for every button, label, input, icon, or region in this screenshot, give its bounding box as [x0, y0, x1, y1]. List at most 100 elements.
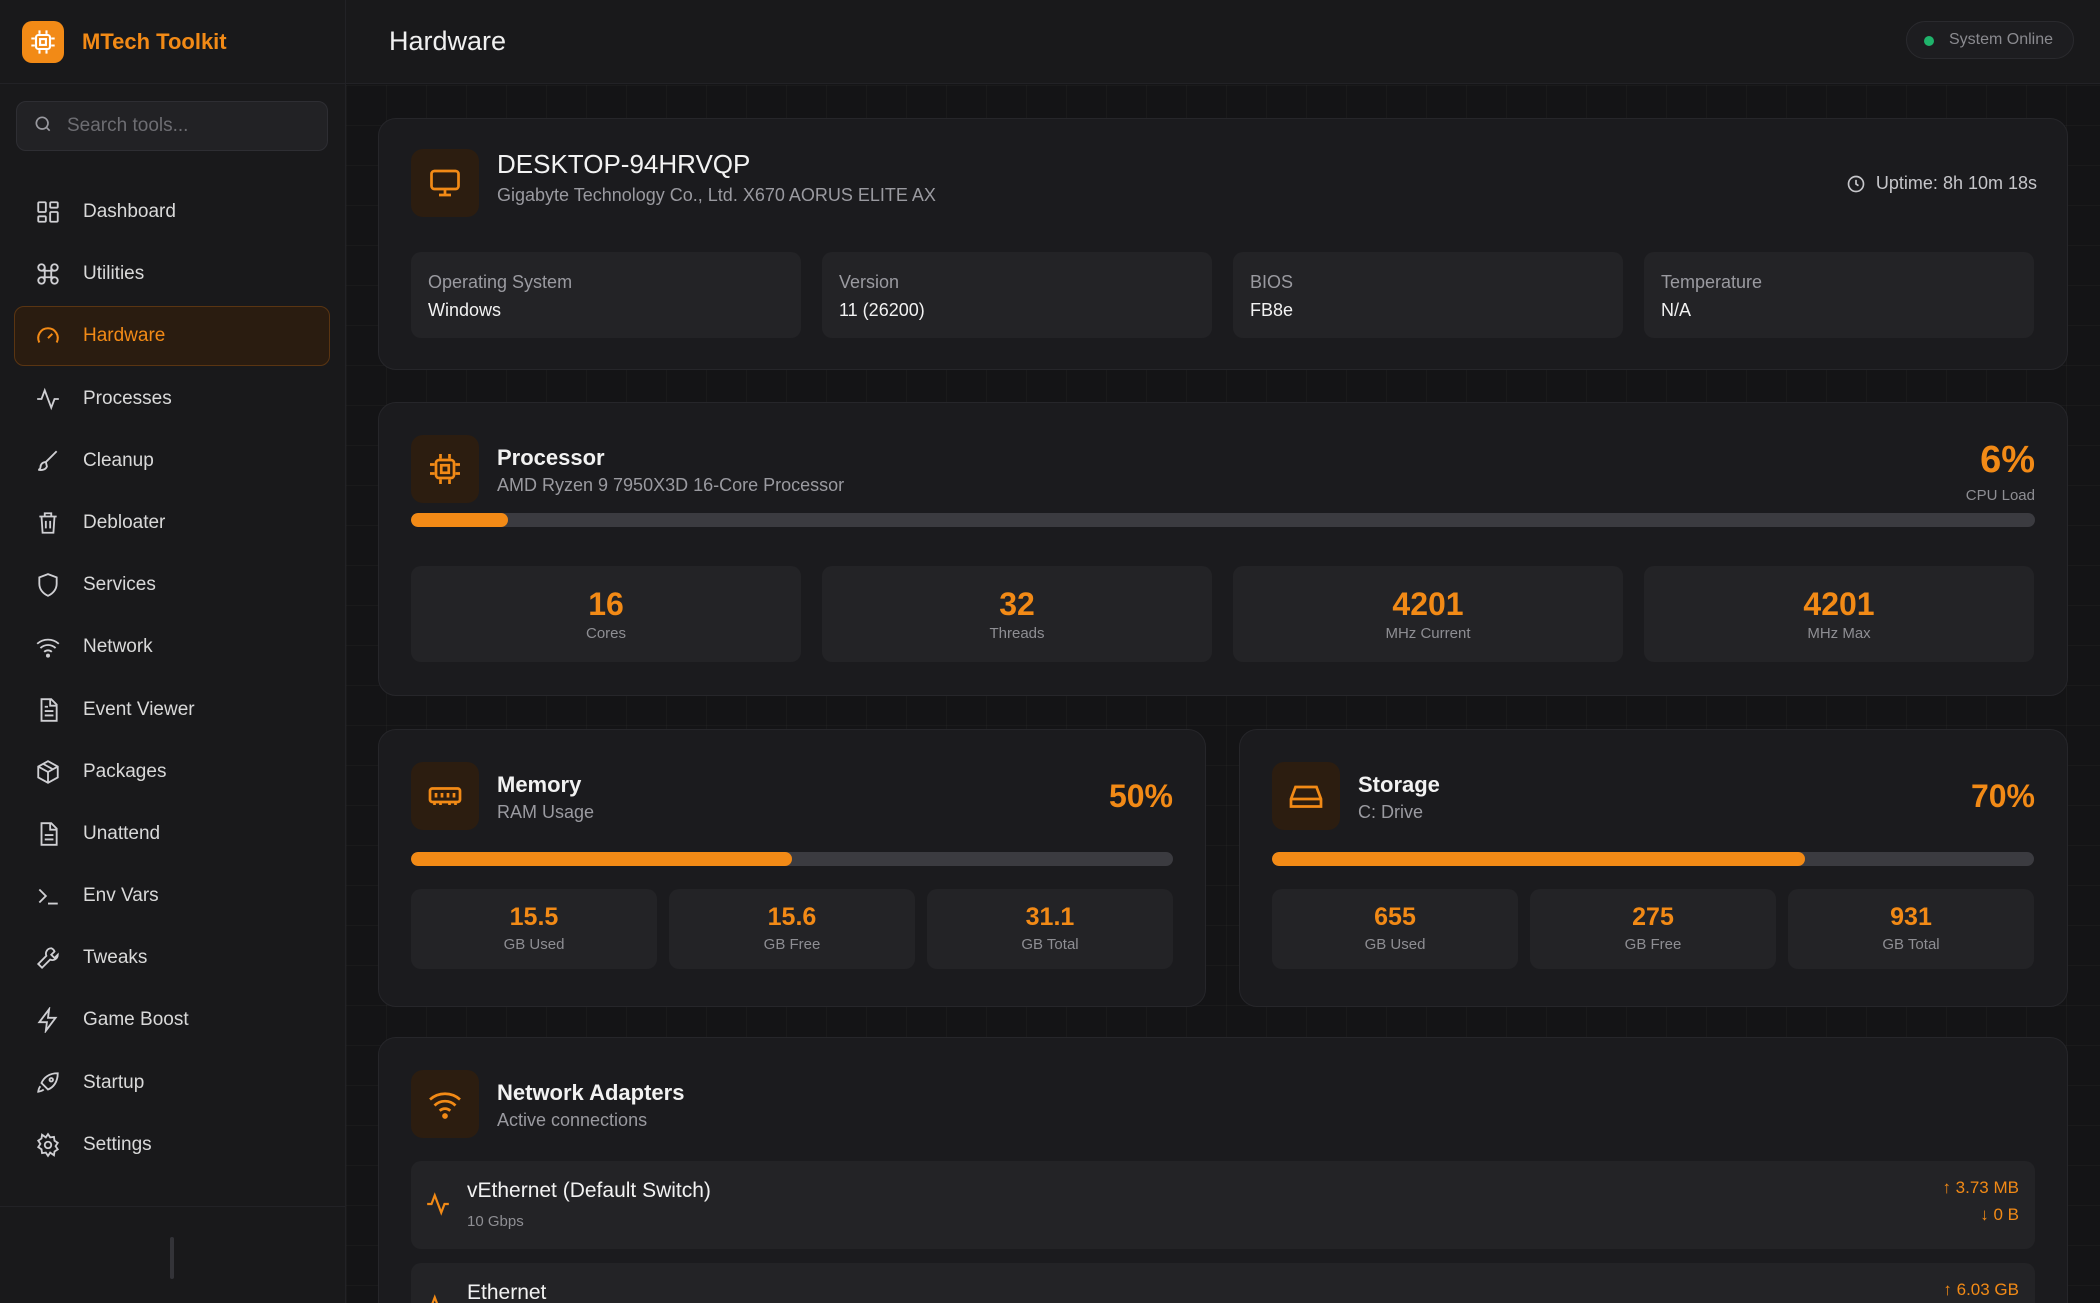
bios-tile: BIOS FB8e	[1233, 252, 1623, 338]
wifi-icon	[411, 1070, 479, 1138]
network-title: Network Adapters	[497, 1080, 685, 1105]
hard-drive-icon	[1272, 762, 1340, 830]
stat-value: 15.6	[767, 903, 817, 931]
storage-card: Storage C: Drive 70% 655 GB Used 275 GB …	[1239, 729, 2068, 1007]
sidebar-item-event-viewer[interactable]: Event Viewer	[14, 680, 330, 740]
sidebar-item-services[interactable]: Services	[14, 555, 330, 615]
memory-title: Memory	[497, 772, 582, 797]
sidebar-item-settings[interactable]: Settings	[14, 1115, 330, 1175]
brand: MTech Toolkit	[0, 0, 345, 84]
storage-percent: 70%	[1970, 778, 2035, 814]
stat-label: GB Free	[1624, 936, 1682, 953]
ram-icon	[411, 762, 479, 830]
network-adapters-card: Network Adapters Active connections vEth…	[378, 1037, 2068, 1303]
app-name: MTech Toolkit	[82, 28, 227, 54]
sidebar-item-label: Tweaks	[83, 947, 148, 969]
mhz-max-stat: 4201 MHz Max	[1644, 566, 2034, 662]
cpu-load-bar	[411, 513, 2035, 527]
sidebar-item-label: Game Boost	[83, 1009, 189, 1031]
memory-total-stat: 31.1 GB Total	[927, 889, 1173, 969]
temperature-tile: Temperature N/A	[1644, 252, 2034, 338]
sidebar-item-unattend[interactable]: Unattend	[14, 804, 330, 864]
cpu-load-bar-fill	[411, 513, 509, 527]
sidebar-item-label: Cleanup	[83, 449, 154, 471]
stat-value: 931	[1890, 903, 1932, 931]
main-content: DESKTOP-94HRVQP Gigabyte Technology Co.,…	[346, 85, 2100, 1303]
trash-icon	[33, 508, 63, 538]
stat-label: MHz Max	[1807, 625, 1871, 642]
adapter-speed: 10 Gbps	[467, 1213, 524, 1230]
sidebar-resize-handle[interactable]	[170, 1237, 174, 1279]
adapter-upload: ↑ 6.03 GB	[1943, 1280, 2019, 1299]
sidebar-item-label: Env Vars	[83, 885, 159, 907]
file-text-icon	[33, 819, 63, 849]
sidebar-item-env-vars[interactable]: Env Vars	[14, 866, 330, 926]
tile-value: N/A	[1661, 300, 1692, 320]
activity-icon	[425, 1293, 451, 1303]
page-title: Hardware	[389, 26, 507, 56]
motherboard-name: Gigabyte Technology Co., Ltd. X670 AORUS…	[497, 185, 936, 205]
version-tile: Version 11 (26200)	[822, 252, 1212, 338]
search-box	[16, 101, 328, 151]
tile-label: Operating System	[428, 272, 573, 292]
sidebar-item-hardware[interactable]: Hardware	[14, 306, 330, 367]
wrench-icon	[33, 943, 63, 973]
sidebar-item-processes[interactable]: Processes	[14, 369, 330, 429]
monitor-icon	[411, 149, 479, 217]
cpu-load-value: 6%	[1980, 439, 2035, 481]
processor-title: Processor	[497, 445, 605, 470]
sidebar-item-label: Settings	[83, 1133, 152, 1155]
search-input[interactable]	[67, 115, 307, 137]
adapter-name: vEthernet (Default Switch)	[467, 1179, 711, 1202]
adapter-upload: ↑ 3.73 MB	[1942, 1178, 2019, 1197]
sidebar-item-cleanup[interactable]: Cleanup	[14, 431, 330, 491]
package-icon	[33, 757, 63, 787]
adapter-row[interactable]: vEthernet (Default Switch) 10 Gbps ↑ 3.7…	[411, 1161, 2035, 1249]
command-icon	[33, 259, 63, 289]
memory-card: Memory RAM Usage 50% 15.5 GB Used 15.6 G…	[378, 729, 1206, 1007]
sidebar-item-network[interactable]: Network	[14, 617, 330, 677]
uptime-text: Uptime: 8h 10m 18s	[1875, 173, 2037, 193]
sidebar-footer	[0, 1206, 346, 1303]
stat-label: GB Used	[503, 936, 565, 953]
sidebar-item-startup[interactable]: Startup	[14, 1053, 330, 1113]
lightning-icon	[33, 1005, 63, 1035]
adapter-row[interactable]: Ethernet ↑ 6.03 GB	[411, 1263, 2035, 1303]
sidebar-item-label: Hardware	[83, 325, 166, 347]
cpu-load-label: CPU Load	[1965, 487, 2035, 504]
processor-card: Processor AMD Ryzen 9 7950X3D 16-Core Pr…	[378, 402, 2068, 696]
storage-bar-fill	[1272, 852, 1806, 866]
tile-value: FB8e	[1250, 300, 1294, 320]
sidebar-item-label: Network	[83, 636, 153, 658]
sidebar-item-utilities[interactable]: Utilities	[14, 244, 330, 304]
tile-value: 11 (26200)	[839, 300, 925, 320]
sidebar-item-label: Services	[83, 574, 156, 596]
memory-subtitle: RAM Usage	[497, 802, 595, 822]
memory-percent: 50%	[1108, 778, 1173, 814]
wifi-icon	[33, 632, 63, 662]
system-card: DESKTOP-94HRVQP Gigabyte Technology Co.,…	[378, 118, 2068, 370]
sidebar-item-dashboard[interactable]: Dashboard	[14, 182, 330, 242]
uptime: Uptime: 8h 10m 18s	[1846, 173, 2037, 194]
tile-value: Windows	[428, 300, 502, 320]
sidebar-item-tweaks[interactable]: Tweaks	[14, 928, 330, 988]
clock-icon	[1847, 175, 1865, 192]
sidebar-item-game-boost[interactable]: Game Boost	[14, 990, 330, 1050]
storage-bar	[1272, 852, 2034, 866]
document-icon	[33, 695, 63, 725]
memory-bar	[411, 852, 1173, 866]
sidebar-item-packages[interactable]: Packages	[14, 742, 330, 802]
stat-label: MHz Current	[1385, 625, 1471, 642]
stat-value: 15.5	[509, 903, 559, 931]
storage-used-stat: 655 GB Used	[1272, 889, 1518, 969]
sidebar-item-label: Unattend	[83, 822, 161, 844]
hostname: DESKTOP-94HRVQP	[497, 149, 751, 179]
stat-value: 31.1	[1025, 903, 1075, 931]
storage-total-stat: 931 GB Total	[1788, 889, 2034, 969]
rocket-icon	[33, 1068, 63, 1098]
sidebar-item-debloater[interactable]: Debloater	[14, 493, 330, 553]
stat-value: 4201	[1803, 586, 1875, 622]
memory-used-stat: 15.5 GB Used	[411, 889, 657, 969]
os-tile: Operating System Windows	[411, 252, 801, 338]
tile-label: BIOS	[1250, 272, 1294, 292]
